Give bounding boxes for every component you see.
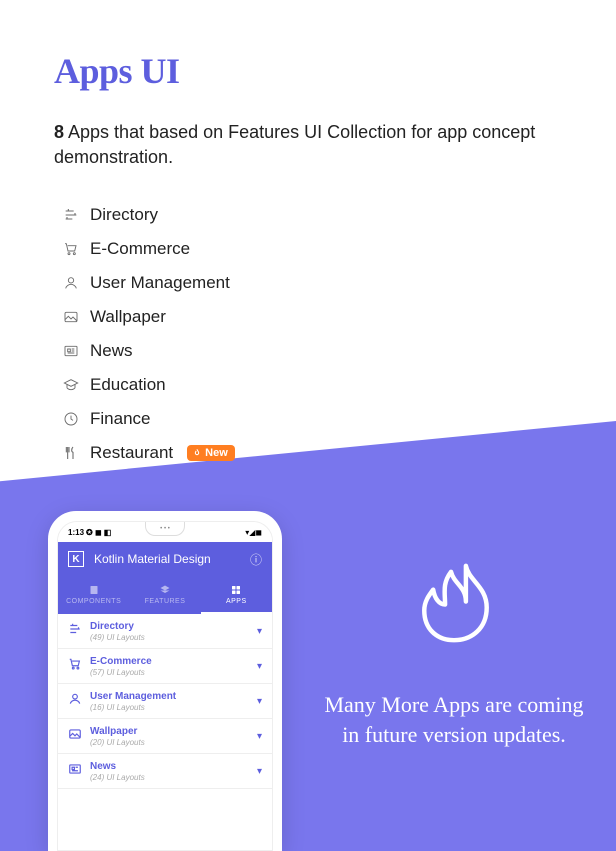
- app-item-wallpaper: Wallpaper: [62, 300, 562, 334]
- app-item-restaurant: Restaurant New: [62, 436, 562, 470]
- app-label: Education: [90, 375, 166, 395]
- phone-list: Directory (49) UI Layouts ▾ E-Commerce (…: [58, 614, 272, 789]
- directory-icon: [68, 622, 82, 636]
- intro-count: 8: [54, 122, 64, 142]
- list-item[interactable]: Wallpaper (20) UI Layouts ▾: [58, 719, 272, 754]
- item-title: Wallpaper: [90, 726, 249, 737]
- status-time: 1:13: [68, 528, 84, 537]
- phone-mockup: 1:13 ✪ ◼ ◧ • • • ▾◢◼ K Kotlin Material D…: [48, 511, 282, 851]
- intro-text: 8 Apps that based on Features UI Collect…: [54, 120, 562, 170]
- callout-column: Many More Apps are coming in future vers…: [322, 511, 616, 749]
- app-header-title: Kotlin Material Design: [94, 552, 211, 566]
- item-sub: (20) UI Layouts: [90, 738, 249, 747]
- badge-text: New: [205, 447, 228, 459]
- app-label: User Management: [90, 273, 230, 293]
- app-label: Finance: [90, 409, 150, 429]
- phone-screen: 1:13 ✪ ◼ ◧ • • • ▾◢◼ K Kotlin Material D…: [57, 521, 273, 851]
- tab-features[interactable]: FEATURES: [129, 576, 200, 614]
- item-sub: (24) UI Layouts: [90, 773, 249, 782]
- app-item-ecommerce: E-Commerce: [62, 232, 562, 266]
- item-title: E-Commerce: [90, 656, 249, 667]
- list-item[interactable]: E-Commerce (57) UI Layouts ▾: [58, 649, 272, 684]
- app-list: Directory E-Commerce User Management Wal…: [54, 198, 562, 470]
- app-item-education: Education: [62, 368, 562, 402]
- app-label: E-Commerce: [90, 239, 190, 259]
- wifi-icon: ▾◢◼: [245, 528, 262, 537]
- chevron-down-icon: ▾: [257, 626, 262, 637]
- status-icons-left: ✪ ◼ ◧: [86, 528, 111, 537]
- list-item[interactable]: News (24) UI Layouts ▾: [58, 754, 272, 789]
- app-item-directory: Directory: [62, 198, 562, 232]
- item-title: News: [90, 761, 249, 772]
- image-icon: [62, 308, 80, 326]
- new-badge: New: [187, 445, 235, 461]
- status-left: 1:13 ✪ ◼ ◧: [68, 528, 111, 537]
- list-item[interactable]: Directory (49) UI Layouts ▾: [58, 614, 272, 649]
- tab-label: APPS: [226, 598, 247, 605]
- intro-rest: Apps that based on Features UI Collectio…: [54, 122, 535, 167]
- user-icon: [62, 274, 80, 292]
- tab-apps[interactable]: APPS: [201, 576, 272, 614]
- cart-icon: [68, 657, 82, 671]
- image-icon: [68, 727, 82, 741]
- item-title: User Management: [90, 691, 249, 702]
- info-icon[interactable]: ⓘ: [250, 551, 262, 568]
- education-icon: [62, 376, 80, 394]
- bottom-section: 1:13 ✪ ◼ ◧ • • • ▾◢◼ K Kotlin Material D…: [0, 471, 616, 851]
- top-section: Apps UI 8 Apps that based on Features UI…: [0, 0, 616, 470]
- news-icon: [62, 342, 80, 360]
- cart-icon: [62, 240, 80, 258]
- item-sub: (57) UI Layouts: [90, 668, 249, 677]
- directory-icon: [62, 206, 80, 224]
- chevron-down-icon: ▾: [257, 696, 262, 707]
- news-icon: [68, 762, 82, 776]
- app-item-user: User Management: [62, 266, 562, 300]
- app-header: K Kotlin Material Design ⓘ: [58, 542, 272, 576]
- page-title: Apps UI: [54, 50, 562, 92]
- app-item-news: News: [62, 334, 562, 368]
- chevron-down-icon: ▾: [257, 731, 262, 742]
- tab-label: FEATURES: [145, 598, 186, 605]
- phone-notch: • • •: [145, 522, 185, 536]
- app-label: Directory: [90, 205, 158, 225]
- chevron-down-icon: ▾: [257, 661, 262, 672]
- restaurant-icon: [62, 444, 80, 462]
- chevron-down-icon: ▾: [257, 766, 262, 777]
- app-item-finance: Finance: [62, 402, 562, 436]
- item-sub: (49) UI Layouts: [90, 633, 249, 642]
- status-right: ▾◢◼: [245, 528, 262, 537]
- tab-bar: COMPONENTS FEATURES APPS: [58, 576, 272, 614]
- finance-icon: [62, 410, 80, 428]
- app-label: Wallpaper: [90, 307, 166, 327]
- tab-components[interactable]: COMPONENTS: [58, 576, 129, 614]
- app-label: News: [90, 341, 133, 361]
- flame-icon: [409, 551, 499, 666]
- list-item[interactable]: User Management (16) UI Layouts ▾: [58, 684, 272, 719]
- tab-label: COMPONENTS: [66, 598, 121, 605]
- app-label: Restaurant: [90, 443, 173, 463]
- item-sub: (16) UI Layouts: [90, 703, 249, 712]
- app-logo-icon: K: [68, 551, 84, 567]
- status-bar: 1:13 ✪ ◼ ◧ • • • ▾◢◼: [58, 522, 272, 542]
- user-icon: [68, 692, 82, 706]
- callout-text: Many More Apps are coming in future vers…: [322, 690, 586, 749]
- item-title: Directory: [90, 621, 249, 632]
